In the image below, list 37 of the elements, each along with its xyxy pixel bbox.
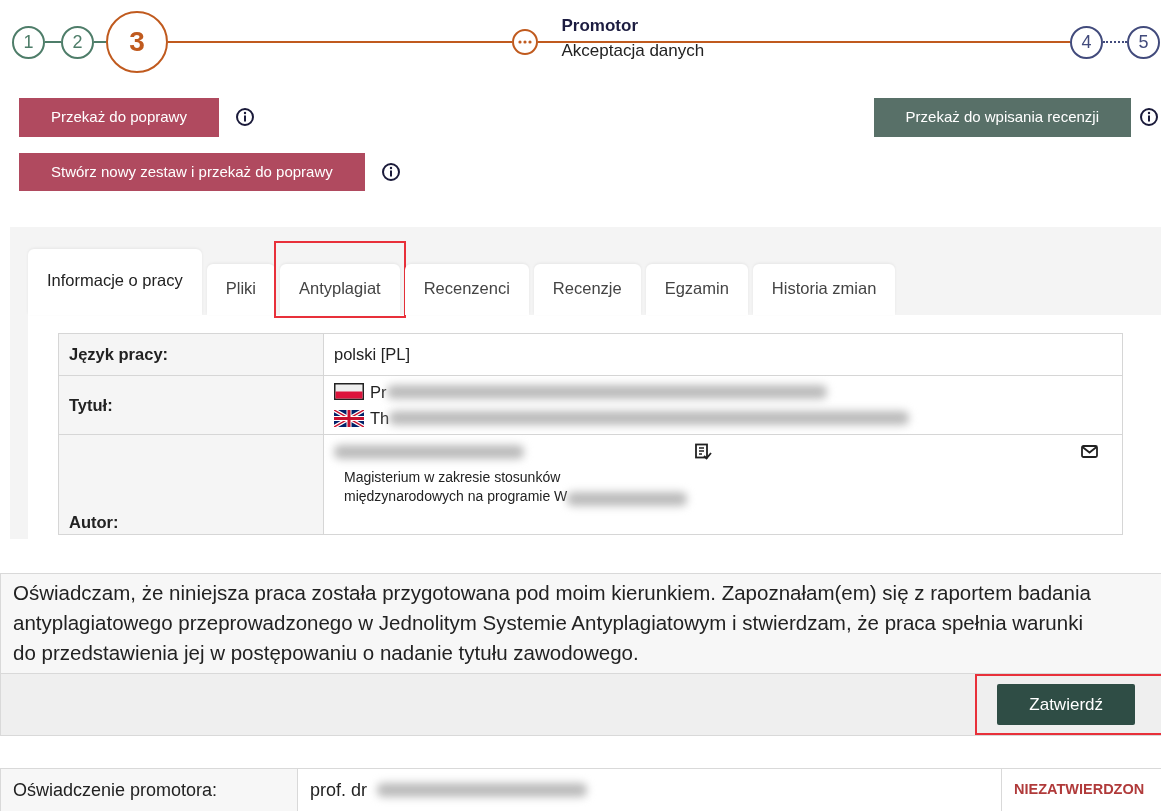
programme-text: Magisterium w zakresie stosunków międzynarodowych na programie W (343, 468, 568, 507)
confirm-button[interactable]: Zatwierdź (997, 683, 1135, 726)
document-check-icon (694, 443, 712, 461)
uk-flag-icon (334, 409, 364, 427)
action-button[interactable]: Przekaż do poprawy (19, 98, 219, 137)
statement-text: Oświadczam, że niniejsza praca została przygotowana pod moim kierunkiem. Zapoznałam(em) się z raportem badania antyplagiatowego przeprowadzonego w Jednolitym Systemie Antyplagiatowym i stwierdzam, że praca spełnia warunki do przedstawienia jej w postępowaniu o nadanie tytułu zawodowego. (12, 580, 1092, 666)
step-circle[interactable]: 2 (61, 25, 94, 59)
tab[interactable]: Recenzje (533, 264, 641, 315)
mail-icon[interactable] (1081, 445, 1098, 459)
action-button[interactable]: Stwórz nowy zestaw i przekaż do poprawy (19, 152, 365, 191)
tab[interactable]: Pliki (206, 264, 275, 315)
tab[interactable]: Recenzenci (404, 264, 529, 315)
step-title: Promotor (561, 15, 640, 37)
approval-value: prof. dr (310, 778, 368, 802)
step-subtitle: Akceptacja danych (561, 39, 705, 62)
tab[interactable]: Antyplagiat (280, 264, 400, 315)
polish-flag-icon (334, 383, 364, 401)
info-icon (234, 107, 255, 128)
info-icon (380, 161, 401, 182)
step-circle[interactable]: 4 (1070, 25, 1103, 59)
row-label: Autor: (69, 512, 119, 531)
tab[interactable]: Egzamin (645, 264, 748, 315)
tab[interactable]: Historia zmian (752, 264, 896, 315)
title-text: Pr (370, 381, 387, 403)
step-circle[interactable]: 5 (1127, 25, 1160, 59)
row-label: Język pracy: (69, 344, 169, 363)
row-label: Tytuł: (69, 395, 113, 414)
title-text: Th (370, 407, 390, 429)
action-button[interactable]: Przekaż do wpisania recenzji (873, 98, 1131, 137)
step-circle[interactable]: 1 (12, 25, 45, 59)
approval-label: Oświadczenie promotora: (13, 778, 218, 802)
tab[interactable]: Informacje o pracy (28, 249, 202, 315)
step-circle[interactable]: 3 (106, 11, 168, 73)
info-icon (1139, 107, 1159, 128)
more-steps-icon[interactable] (511, 29, 538, 55)
row-value: polski [PL] (334, 344, 411, 363)
approval-status: NIEZATWIERDZON (1014, 780, 1145, 800)
